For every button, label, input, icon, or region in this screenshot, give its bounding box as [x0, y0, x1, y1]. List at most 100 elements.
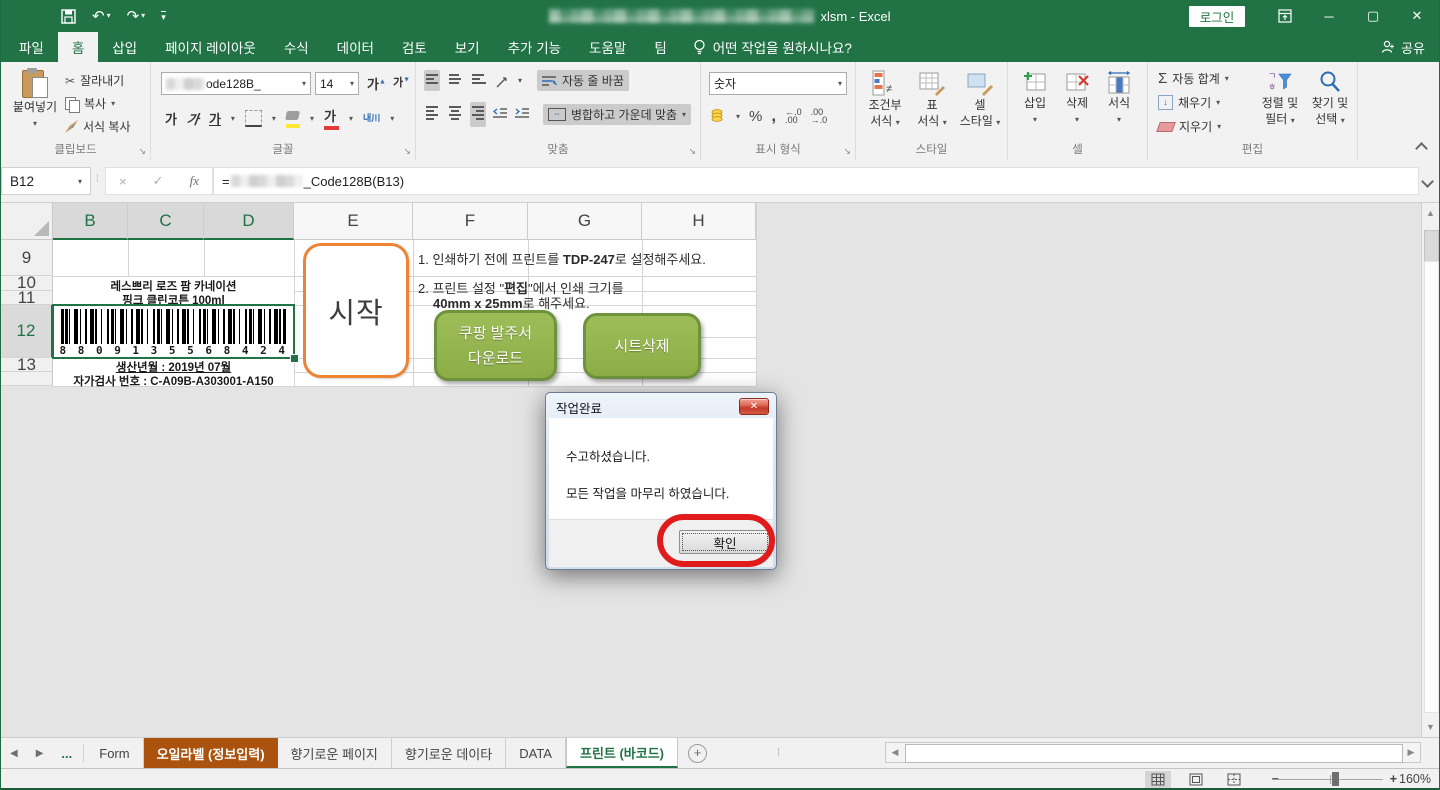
tab-insert[interactable]: 삽입 — [98, 32, 151, 62]
horizontal-scroll-thumb[interactable] — [905, 744, 1403, 763]
sheet-tab-print-barcode[interactable]: 프린트 (바코드) — [566, 738, 678, 768]
scroll-up-icon[interactable]: ▲ — [1422, 208, 1439, 218]
normal-view-button[interactable] — [1145, 771, 1171, 788]
row-header-11[interactable]: 11 — [1, 291, 53, 305]
row-header-9[interactable]: 9 — [1, 240, 53, 276]
scroll-left-icon[interactable]: ◀ — [886, 743, 904, 762]
next-sheet-icon[interactable]: ▶ — [27, 738, 53, 768]
scroll-right-icon[interactable]: ▶ — [1402, 743, 1420, 762]
format-as-table-button[interactable]: 표 서식 ▾ — [910, 70, 954, 129]
page-break-view-button[interactable] — [1221, 771, 1247, 788]
maximize-button[interactable]: ▢ — [1351, 0, 1395, 32]
tell-me-box[interactable]: 어떤 작업을 원하시나요? — [681, 32, 864, 62]
increase-indent-button[interactable] — [515, 108, 530, 121]
tab-help[interactable]: 도움말 — [575, 32, 640, 62]
column-header-B[interactable]: B — [53, 203, 128, 240]
more-sheets-icon[interactable]: ... — [52, 738, 81, 768]
align-center-button[interactable] — [447, 102, 463, 127]
align-top-button[interactable] — [424, 70, 440, 91]
sheet-tab-oillabel[interactable]: 오일라벨 (정보입력) — [144, 738, 278, 768]
format-cells-button[interactable]: 서식▾ — [1100, 70, 1138, 126]
orientation-button[interactable] — [495, 73, 511, 89]
share-button[interactable]: 공유 — [1381, 32, 1425, 62]
align-middle-button[interactable] — [447, 70, 463, 91]
format-painter-button[interactable]: 서식 복사 — [65, 118, 131, 135]
horizontal-scrollbar[interactable]: ◀ ▶ — [885, 742, 1421, 763]
column-header-F[interactable]: F — [413, 203, 528, 240]
row-header-12[interactable]: 12 — [1, 305, 53, 358]
page-layout-view-button[interactable] — [1183, 771, 1209, 788]
sheet-tab-page[interactable]: 향기로운 페이지 — [278, 738, 392, 768]
font-name-combo[interactable]: ode128B_▾ — [161, 72, 311, 95]
font-size-combo[interactable]: 14▾ — [315, 72, 359, 95]
align-bottom-button[interactable] — [470, 70, 488, 91]
fill-handle[interactable] — [290, 354, 299, 363]
sheet-tab-data[interactable]: DATA — [506, 738, 566, 768]
tab-view[interactable]: 보기 — [441, 32, 494, 62]
copy-button[interactable]: 복사▾ — [65, 95, 115, 112]
start-shape-button[interactable]: 시작 — [303, 243, 409, 378]
insert-cells-button[interactable]: 삽입▾ — [1016, 70, 1054, 126]
cell-styles-button[interactable]: 셀 스타일 ▾ — [956, 70, 1004, 129]
sheet-tab-form[interactable]: Form — [86, 738, 143, 768]
zoom-slider-thumb[interactable] — [1332, 772, 1339, 786]
column-header-G[interactable]: G — [528, 203, 642, 240]
sheet-delete-button[interactable]: 시트삭제 — [583, 313, 701, 379]
row-header-10[interactable]: 10 — [1, 276, 53, 291]
selection-border-B12[interactable] — [52, 304, 295, 359]
enter-formula-icon[interactable]: ✓ — [153, 173, 164, 189]
cut-button[interactable]: ✂잘라내기 — [65, 72, 124, 89]
zoom-in-button[interactable]: + — [1390, 772, 1397, 786]
clipboard-dialog-launcher[interactable]: ↘ — [138, 146, 146, 157]
close-button[interactable]: ✕ — [1395, 0, 1439, 32]
sort-filter-button[interactable]: ㄱㅎ 정렬 및 필터 ▾ — [1256, 70, 1304, 127]
wrap-text-button[interactable]: 자동 줄 바꿈 — [537, 70, 629, 91]
font-color-button[interactable]: 가 — [324, 106, 339, 130]
fill-button[interactable]: ↓ 채우기▾ — [1158, 94, 1220, 111]
prev-sheet-icon[interactable]: ◀ — [1, 738, 27, 768]
cancel-formula-icon[interactable]: × — [119, 174, 127, 189]
number-format-combo[interactable]: 숫자▾ — [709, 72, 847, 95]
delete-cells-button[interactable]: 삭제▾ — [1058, 70, 1096, 126]
tab-data[interactable]: 데이터 — [323, 32, 388, 62]
tab-home[interactable]: 홈 — [58, 32, 98, 62]
row-header-13[interactable]: 13 — [1, 358, 53, 372]
tab-team[interactable]: 팀 — [640, 32, 680, 62]
zoom-level-label[interactable]: 160% — [1399, 772, 1431, 786]
dialog-close-button[interactable]: ✕ — [739, 398, 769, 415]
paste-dropdown-icon[interactable]: ▾ — [33, 117, 37, 130]
italic-button[interactable]: 가 — [186, 109, 201, 128]
tab-addins[interactable]: 추가 기능 — [494, 32, 575, 62]
column-header-H[interactable]: H — [642, 203, 756, 240]
column-header-D[interactable]: D — [204, 203, 294, 240]
new-sheet-button[interactable]: + — [688, 744, 707, 763]
login-button[interactable]: 로그인 — [1189, 6, 1245, 27]
column-header-C[interactable]: C — [128, 203, 204, 240]
name-box-dropdown-icon[interactable]: ▾ — [78, 177, 82, 186]
bold-button[interactable]: 가 — [165, 109, 177, 128]
accounting-format-button[interactable] — [711, 108, 727, 125]
decrease-indent-button[interactable] — [493, 108, 508, 121]
insert-function-icon[interactable]: fx — [190, 173, 199, 189]
phonetic-guide-button[interactable]: 내川 — [363, 114, 380, 123]
underline-button[interactable]: 가 — [209, 109, 221, 128]
underline-dropdown-icon[interactable]: ▾ — [231, 114, 235, 123]
font-dialog-launcher[interactable]: ↘ — [403, 146, 411, 157]
coupang-download-button[interactable]: 쿠팡 발주서 다운로드 — [434, 310, 557, 381]
ribbon-display-options-icon[interactable] — [1263, 0, 1307, 32]
vertical-scroll-thumb[interactable] — [1424, 230, 1439, 262]
paste-button[interactable]: 붙여넣기 ▾ — [9, 68, 61, 130]
tab-review[interactable]: 검토 — [388, 32, 441, 62]
name-box[interactable]: B12 ▾ — [1, 167, 91, 195]
decrease-decimal-button[interactable]: .00→.0 — [811, 108, 828, 124]
tab-page-layout[interactable]: 페이지 레이아웃 — [151, 32, 270, 62]
formula-input[interactable]: = _Code128B(B13) — [213, 167, 1419, 195]
minimize-button[interactable]: ─ — [1307, 0, 1351, 32]
vertical-scroll-track[interactable] — [1424, 261, 1439, 713]
merge-center-button[interactable]: ⇔ 병합하고 가운데 맞춤▾ — [543, 104, 691, 125]
number-dialog-launcher[interactable]: ↘ — [843, 146, 851, 157]
align-left-button[interactable] — [424, 102, 440, 127]
alignment-dialog-launcher[interactable]: ↘ — [688, 146, 696, 157]
borders-icon[interactable] — [245, 110, 262, 127]
conditional-formatting-button[interactable]: ≠ 조건부 서식 ▾ — [862, 70, 908, 129]
